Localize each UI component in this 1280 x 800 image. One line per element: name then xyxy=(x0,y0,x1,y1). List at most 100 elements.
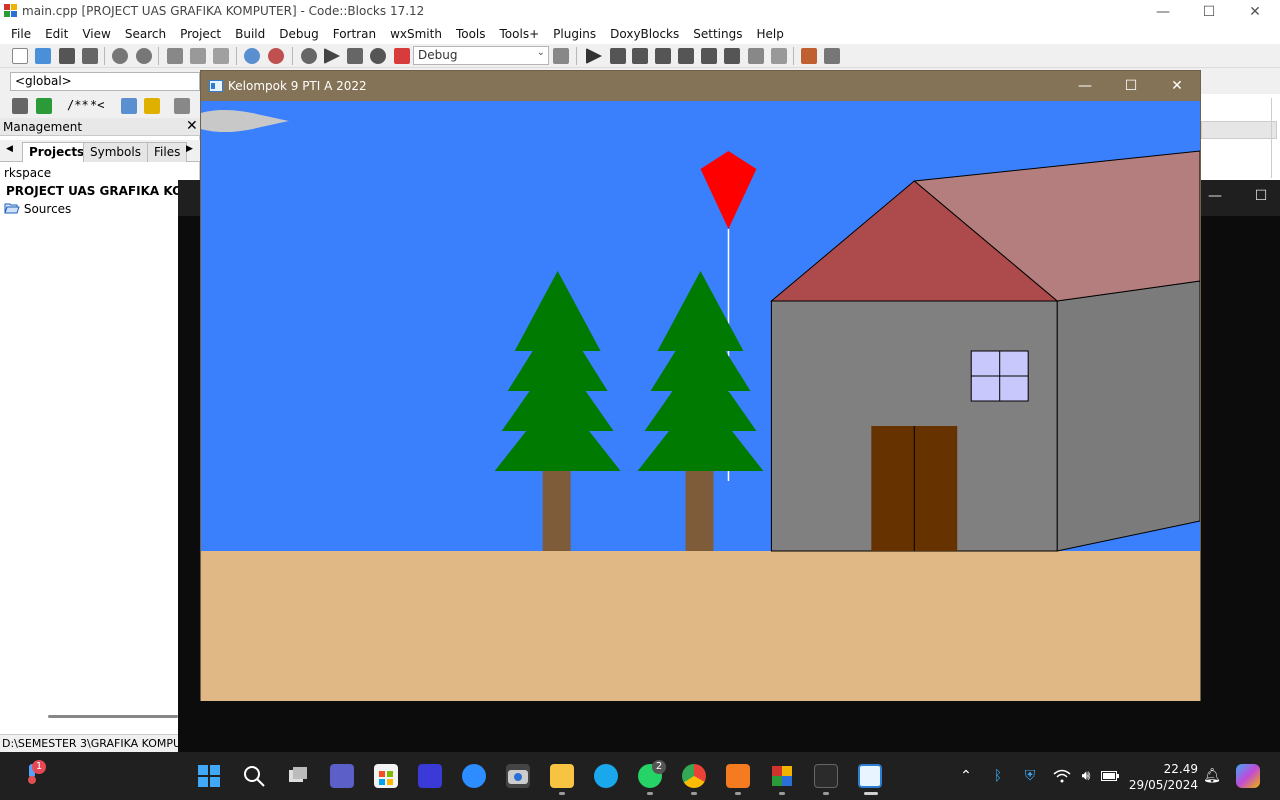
volume-icon[interactable]: 🔊︎ xyxy=(1076,766,1096,786)
undo-icon[interactable] xyxy=(112,48,128,64)
tab-symbols[interactable]: Symbols xyxy=(83,142,148,162)
console-maximize-button[interactable]: ☐ xyxy=(1238,184,1280,208)
menu-plugins[interactable]: Plugins xyxy=(546,27,603,41)
tab-scroll-left-icon[interactable]: ◀ xyxy=(6,144,13,154)
build-and-run-icon[interactable] xyxy=(347,48,363,64)
opengl-window: Kelompok 9 PTI A 2022 — ☐ ✕ xyxy=(200,70,1201,701)
scope-select[interactable]: <global> xyxy=(10,72,200,91)
horizontal-scrollbar[interactable] xyxy=(48,715,178,718)
run-icon[interactable] xyxy=(324,48,340,64)
break-debugger-icon[interactable] xyxy=(748,48,764,64)
start-icon[interactable] xyxy=(197,764,221,788)
active-indicator xyxy=(864,792,878,795)
menu-tools-plus[interactable]: Tools+ xyxy=(493,27,547,41)
zoom-icon[interactable] xyxy=(462,764,486,788)
target-options-icon[interactable] xyxy=(553,48,569,64)
maximize-button[interactable]: ☐ xyxy=(1186,0,1232,24)
replace-icon[interactable] xyxy=(268,48,284,64)
app-icon-2[interactable] xyxy=(726,764,750,788)
menu-tools[interactable]: Tools xyxy=(449,27,493,41)
running-indicator xyxy=(823,792,829,795)
next-line-icon[interactable] xyxy=(632,48,648,64)
gl-maximize-button[interactable]: ☐ xyxy=(1108,74,1154,98)
paste-icon[interactable] xyxy=(213,48,229,64)
menu-wxsmith[interactable]: wxSmith xyxy=(383,27,449,41)
menu-doxyblocks[interactable]: DoxyBlocks xyxy=(603,27,686,41)
tab-projects[interactable]: Projects xyxy=(22,142,92,162)
menu-search[interactable]: Search xyxy=(118,27,173,41)
preferences-wrench-icon[interactable] xyxy=(174,98,190,114)
bluetooth-icon[interactable]: ᛒ xyxy=(988,766,1008,786)
menu-fortran[interactable]: Fortran xyxy=(326,27,383,41)
menu-view[interactable]: View xyxy=(75,27,117,41)
gl-close-button[interactable]: ✕ xyxy=(1154,74,1200,98)
codeblocks-icon[interactable] xyxy=(770,764,794,788)
step-into-instruction-icon[interactable] xyxy=(724,48,740,64)
redo-icon[interactable] xyxy=(136,48,152,64)
running-indicator xyxy=(735,792,741,795)
tree-workspace[interactable]: rkspace xyxy=(4,166,51,180)
task-view-icon[interactable] xyxy=(286,764,310,788)
block-comment-button[interactable]: /** xyxy=(67,98,89,112)
cut-icon[interactable] xyxy=(167,48,183,64)
file-explorer-icon[interactable] xyxy=(550,764,574,788)
chrome-icon[interactable] xyxy=(682,764,706,788)
camera-icon[interactable] xyxy=(506,764,530,788)
menu-debug[interactable]: Debug xyxy=(272,27,325,41)
build-target-select[interactable]: Debug ⌄ xyxy=(413,46,549,65)
new-file-icon[interactable] xyxy=(12,48,28,64)
minimize-button[interactable]: — xyxy=(1140,0,1186,24)
find-icon[interactable] xyxy=(244,48,260,64)
copy-icon[interactable] xyxy=(190,48,206,64)
line-comment-button[interactable]: *< xyxy=(90,98,104,112)
run-html-icon[interactable] xyxy=(121,98,137,114)
save-all-icon[interactable] xyxy=(82,48,98,64)
step-into-icon[interactable] xyxy=(655,48,671,64)
extract-docs-icon[interactable] xyxy=(36,98,52,114)
tab-files[interactable]: Files xyxy=(147,142,188,162)
step-out-icon[interactable] xyxy=(678,48,694,64)
close-icon[interactable]: ✕ xyxy=(186,118,198,134)
build-gear-icon[interactable] xyxy=(301,48,317,64)
menu-project[interactable]: Project xyxy=(173,27,228,41)
minimize-icon: — xyxy=(1208,188,1222,204)
notification-bell-icon[interactable]: 🔔︎ xyxy=(1202,766,1222,786)
stop-debugger-icon[interactable] xyxy=(771,48,787,64)
chevron-down-icon: ⌄ xyxy=(536,47,545,58)
gl-minimize-button[interactable]: — xyxy=(1062,74,1108,98)
tab-scroll-right-icon[interactable]: ▶ xyxy=(186,144,193,154)
debugging-windows-icon[interactable] xyxy=(801,48,817,64)
folder-open-icon xyxy=(4,203,20,214)
opengl-window-icon[interactable] xyxy=(858,764,882,788)
wifi-icon[interactable] xyxy=(1052,766,1072,786)
copilot-icon[interactable] xyxy=(1236,764,1260,788)
chevron-up-icon[interactable]: ⌃ xyxy=(956,766,976,786)
save-icon[interactable] xyxy=(59,48,75,64)
menu-help[interactable]: Help xyxy=(749,27,790,41)
tree-sources[interactable]: Sources xyxy=(4,202,71,216)
menu-settings[interactable]: Settings xyxy=(686,27,749,41)
search-icon[interactable] xyxy=(242,764,266,788)
rebuild-icon[interactable] xyxy=(370,48,386,64)
next-instruction-icon[interactable] xyxy=(701,48,717,64)
run-chm-icon[interactable] xyxy=(144,98,160,114)
store-icon[interactable] xyxy=(374,764,398,788)
edge-icon[interactable] xyxy=(594,764,618,788)
clock-time[interactable]: 22.49 xyxy=(1140,762,1198,776)
teams-icon[interactable] xyxy=(330,764,354,788)
run-to-cursor-icon[interactable] xyxy=(610,48,626,64)
app-icon[interactable] xyxy=(418,764,442,788)
doxywizard-icon[interactable] xyxy=(12,98,28,114)
various-info-icon[interactable] xyxy=(824,48,840,64)
menu-build[interactable]: Build xyxy=(228,27,272,41)
close-button[interactable]: ✕ xyxy=(1232,0,1278,24)
menu-edit[interactable]: Edit xyxy=(38,27,75,41)
battery-icon[interactable] xyxy=(1100,766,1120,786)
terminal-icon[interactable] xyxy=(814,764,838,788)
debug-start-icon[interactable] xyxy=(586,48,602,64)
shield-icon[interactable]: ⛨ xyxy=(1020,766,1040,786)
abort-icon[interactable] xyxy=(394,48,410,64)
clock-date[interactable]: 29/05/2024 xyxy=(1120,778,1198,792)
open-icon[interactable] xyxy=(35,48,51,64)
menu-file[interactable]: File xyxy=(4,27,38,41)
